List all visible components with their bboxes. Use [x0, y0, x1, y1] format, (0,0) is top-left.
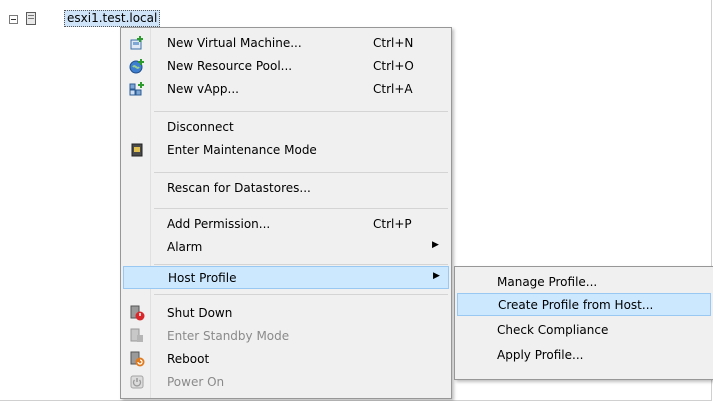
menu-item-shut-down[interactable]: Shut Down: [123, 302, 449, 325]
submenu-item-manage-profile[interactable]: Manage Profile...: [457, 271, 711, 294]
menu-item-reboot[interactable]: Reboot: [123, 348, 449, 371]
menu-item-disconnect[interactable]: Disconnect: [123, 116, 449, 139]
standby-icon: [130, 328, 143, 342]
menu-item-host-profile[interactable]: Host Profile ▶: [123, 266, 449, 289]
resource-pool-icon: [129, 59, 144, 74]
context-menu: New Virtual Machine... Ctrl+N New Resour…: [120, 27, 452, 399]
submenu-item-apply-profile[interactable]: Apply Profile...: [457, 344, 711, 367]
menu-item-enter-maintenance-mode[interactable]: Enter Maintenance Mode: [123, 139, 449, 162]
host-server-icon: [26, 12, 36, 25]
menu-item-new-virtual-machine[interactable]: New Virtual Machine... Ctrl+N: [123, 32, 449, 55]
menu-item-rescan-datastores[interactable]: Rescan for Datastores...: [123, 177, 449, 200]
collapse-toggle[interactable]: [9, 15, 18, 24]
menu-item-alarm[interactable]: Alarm ▶: [123, 236, 449, 259]
menu-item-enter-standby-mode[interactable]: Enter Standby Mode: [123, 325, 449, 348]
shutdown-icon: [130, 305, 145, 321]
vapp-icon: [129, 82, 144, 96]
maintenance-icon: [131, 143, 143, 157]
menu-item-new-vapp[interactable]: New vApp... Ctrl+A: [123, 78, 449, 101]
menu-separator: [154, 208, 448, 209]
submenu-item-check-compliance[interactable]: Check Compliance: [457, 319, 711, 342]
submenu-arrow-icon: ▶: [432, 240, 439, 250]
submenu-item-create-profile-from-host[interactable]: Create Profile from Host...: [457, 293, 711, 316]
menu-item-power-on[interactable]: Power On: [123, 371, 449, 394]
reboot-icon: [130, 351, 145, 367]
menu-separator: [154, 172, 448, 173]
host-profile-submenu: Manage Profile... Create Profile from Ho…: [454, 266, 713, 380]
menu-separator: [154, 264, 448, 265]
host-node-label[interactable]: esxi1.test.local: [64, 10, 161, 27]
submenu-arrow-icon: ▶: [433, 271, 440, 281]
new-vm-icon: [130, 36, 143, 50]
menu-separator: [154, 294, 448, 295]
menu-separator: [154, 111, 448, 112]
menu-item-new-resource-pool[interactable]: New Resource Pool... Ctrl+O: [123, 55, 449, 78]
power-on-icon: [130, 375, 144, 389]
menu-item-add-permission[interactable]: Add Permission... Ctrl+P: [123, 213, 449, 236]
